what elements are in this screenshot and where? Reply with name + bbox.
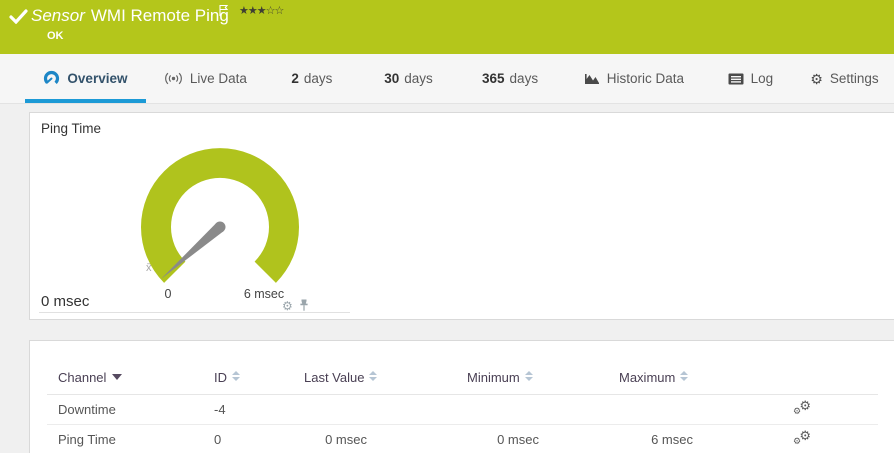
page-title: WMI Remote Ping (90, 6, 229, 25)
column-header-last-value[interactable]: Last Value (304, 341, 379, 395)
column-header-actions (693, 341, 878, 395)
column-header-channel[interactable]: Channel (47, 341, 214, 395)
tab-number: 365 (482, 71, 505, 86)
gauge-separator (39, 312, 350, 313)
cell-channel: Downtime (47, 394, 214, 425)
tab-historic-data[interactable]: Historic Data (562, 54, 706, 103)
gauge-chart: x̄ 0 6 msec (141, 148, 299, 301)
cell-channel: Ping Time (47, 424, 214, 453)
historic-chart-icon (584, 74, 599, 84)
sort-icon (680, 370, 689, 381)
column-header-id[interactable]: ID (214, 341, 304, 395)
cell-maximum: 6 msec (542, 424, 693, 453)
column-header-maximum[interactable]: Maximum (542, 341, 693, 395)
flag-icon (219, 4, 229, 16)
gauge-current-value: 0 msec (41, 293, 90, 310)
tab-label: days (404, 71, 433, 86)
channel-table: Channel ID Last Value Minimum Maximum Do… (47, 341, 878, 453)
sort-desc-icon (112, 373, 123, 380)
gauge-scale-min: 0 (165, 287, 172, 301)
live-data-icon (164, 72, 182, 85)
gauge-panel: Ping Time x̄ 0 6 msec 0 msec ⚙ (29, 112, 894, 320)
tab-label: Historic Data (606, 71, 685, 86)
gauge-arc (141, 148, 299, 283)
table-row: Ping Time 0 0 msec 0 msec 6 msec ⚙ ⚙ (47, 424, 878, 453)
gauge-scale-max: 6 msec (244, 287, 284, 301)
stars-empty: ☆☆ (265, 5, 285, 17)
tab-overview[interactable]: Overview (25, 54, 146, 103)
cell-id: 0 (214, 424, 304, 453)
tab-30-days[interactable]: 30 days (359, 54, 458, 103)
cell-maximum (542, 394, 693, 425)
tab-365-days[interactable]: 365 days (458, 54, 562, 103)
sort-icon (232, 370, 240, 381)
settings-gear-icon: ⚙ (810, 70, 823, 87)
table-header-row: Channel ID Last Value Minimum Maximum (47, 341, 878, 395)
stars-filled: ★★★ (239, 5, 267, 17)
cell-last-value: 0 msec (304, 424, 379, 453)
tab-label: Settings (829, 71, 879, 86)
gauge-settings-icon[interactable]: ⚙ (282, 300, 293, 312)
table-row: Downtime -4 ⚙ ⚙ (47, 394, 878, 425)
check-icon (9, 9, 28, 24)
channel-settings-icon[interactable]: ⚙ ⚙ (793, 398, 811, 416)
channel-settings-icon[interactable]: ⚙ ⚙ (793, 428, 811, 446)
sensor-header: Sensor WMI Remote Ping ★★★☆☆ OK (0, 0, 894, 54)
status-badge: OK (47, 30, 64, 42)
tab-bar: Overview Live Data 2 days 30 days 365 da… (0, 54, 894, 104)
tab-live-data[interactable]: Live Data (146, 54, 265, 103)
cell-minimum: 0 msec (379, 424, 542, 453)
sensor-type-label: Sensor (31, 6, 85, 25)
tab-label: Log (750, 71, 774, 86)
tab-2-days[interactable]: 2 days (265, 54, 359, 103)
tab-label: Live Data (189, 71, 247, 86)
tab-number: 2 (291, 71, 299, 86)
sort-icon (369, 370, 378, 381)
sort-icon (524, 370, 533, 381)
tab-log[interactable]: Log (706, 54, 795, 103)
tab-settings[interactable]: ⚙ Settings (795, 54, 894, 103)
active-tab-underline (25, 99, 146, 103)
gauge-pin-icon[interactable] (299, 299, 309, 312)
cell-last-value (304, 394, 379, 425)
gauge-title: Ping Time (41, 121, 102, 136)
cell-id: -4 (214, 394, 304, 425)
tab-label: days (303, 71, 333, 86)
tab-number: 30 (384, 71, 400, 86)
column-header-minimum[interactable]: Minimum (379, 341, 542, 395)
gauge-icon (44, 70, 60, 87)
gauge-average-marker: x̄ (146, 262, 152, 274)
cell-minimum (379, 394, 542, 425)
tab-label: Overview (67, 71, 128, 86)
tab-label: days (509, 71, 539, 86)
log-icon (728, 73, 744, 84)
channel-table-panel: Channel ID Last Value Minimum Maximum Do… (29, 340, 894, 453)
priority-stars[interactable]: ★★★☆☆ (239, 4, 285, 17)
